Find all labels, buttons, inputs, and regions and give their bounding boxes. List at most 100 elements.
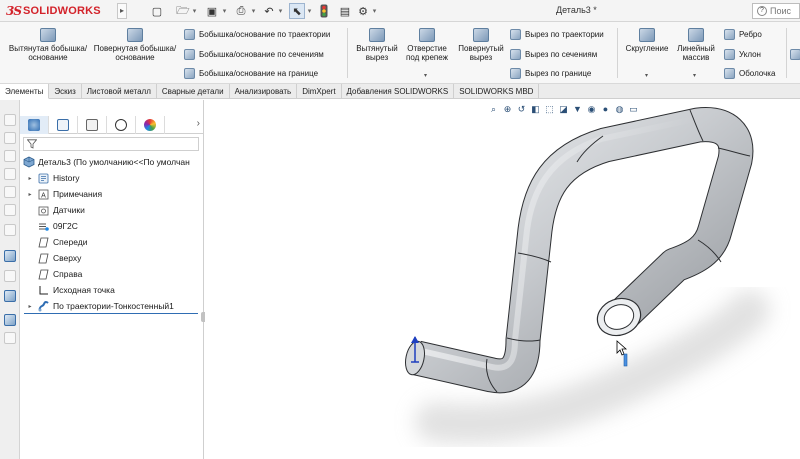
- save-dropdown-icon[interactable]: ▾: [221, 3, 228, 19]
- tree-item-material[interactable]: 09Г2С: [26, 219, 78, 233]
- search-commands-input[interactable]: ? Поис: [752, 3, 800, 19]
- shell-button[interactable]: Оболочка: [724, 68, 775, 79]
- swept-boss-label: Бобышка/основание по траектории: [199, 30, 331, 39]
- revolve-tool-icon[interactable]: [4, 132, 16, 144]
- extrude-tool-icon[interactable]: [4, 114, 16, 126]
- lofted-cut-button[interactable]: Вырез по сечениям: [510, 49, 597, 60]
- undo-icon[interactable]: ↶: [262, 3, 276, 19]
- rollback-bar[interactable]: [24, 313, 198, 314]
- draft-button[interactable]: Уклон: [724, 49, 761, 60]
- tree-item-sweep-thin[interactable]: ▸ По траектории-Тонкостенный1: [26, 299, 174, 313]
- revolved-cut-icon: [473, 28, 489, 42]
- solidworks-logo: 3S SOLIDWORKS: [6, 4, 101, 18]
- part-node[interactable]: Деталь3 (По умолчанию<<По умолчан: [23, 156, 204, 168]
- lofted-boss-label: Бобышка/основание по сечениям: [199, 50, 324, 59]
- menu-expand-button[interactable]: ▸: [117, 3, 127, 19]
- rib-button[interactable]: Ребро: [724, 29, 762, 40]
- undo-dropdown-icon[interactable]: ▾: [277, 3, 284, 19]
- tree-item-right-plane[interactable]: Справа: [26, 267, 82, 281]
- tab-weldments[interactable]: Сварные детали: [157, 84, 230, 99]
- configuration-manager-tab[interactable]: [78, 116, 107, 134]
- expand-arrow-icon[interactable]: ▸: [26, 175, 34, 182]
- fillet-dropdown-icon[interactable]: ▾: [645, 72, 648, 79]
- expand-arrow-icon[interactable]: ▸: [26, 191, 34, 198]
- new-document-icon[interactable]: ▢: [150, 3, 164, 19]
- feature-manager-tab[interactable]: [20, 116, 49, 134]
- extruded-cut-label: Вытянутый вырез: [356, 44, 398, 62]
- save-icon[interactable]: ▣: [205, 3, 219, 19]
- boundary-tool-icon[interactable]: [4, 186, 16, 198]
- sweep-tool-icon[interactable]: [4, 150, 16, 162]
- tab-solidworks-mbd[interactable]: SOLIDWORKS MBD: [454, 84, 540, 99]
- search-placeholder: Поис: [770, 6, 792, 16]
- feature-filter-input[interactable]: [23, 137, 199, 151]
- revolved-boss-button[interactable]: Повернутая бобышка/основание: [92, 28, 178, 62]
- hole-wizard-button[interactable]: Отверстие под крепеж: [400, 28, 454, 62]
- sketch-tool-icon[interactable]: [4, 250, 16, 262]
- chevron-right-icon[interactable]: ›: [197, 118, 200, 129]
- select-pointer-icon[interactable]: ⬉: [289, 3, 305, 19]
- smart-dimension-icon[interactable]: [4, 270, 16, 282]
- hole-wizard-dropdown-icon[interactable]: ▾: [424, 72, 427, 79]
- boundary-cut-button[interactable]: Вырез по границе: [510, 68, 591, 79]
- tree-item-history[interactable]: ▸ History: [26, 171, 79, 185]
- tree-item-front-plane[interactable]: Спереди: [26, 235, 87, 249]
- tree-item-annotations[interactable]: ▸ A Примечания: [26, 187, 102, 201]
- draft-label: Уклон: [739, 50, 761, 59]
- part-node-label: Деталь3 (По умолчанию<<По умолчан: [38, 157, 190, 167]
- extruded-cut-button[interactable]: Вытянутый вырез: [356, 28, 398, 62]
- tab-sketch[interactable]: Эскиз: [49, 84, 82, 99]
- tab-features[interactable]: Элементы: [0, 84, 50, 99]
- tab-evaluate[interactable]: Анализировать: [230, 84, 298, 99]
- open-dropdown-icon[interactable]: ▾: [191, 3, 198, 19]
- swept-boss-icon: [184, 29, 195, 40]
- extruded-boss-icon: [40, 28, 56, 42]
- dimxpert-manager-tab[interactable]: [107, 116, 136, 134]
- feature-manager-panel: › Деталь3 (По умолчанию<<По умолчан ▸ Hi…: [20, 100, 207, 459]
- property-manager-tab[interactable]: [49, 116, 78, 134]
- view-tool-icon[interactable]: [4, 314, 16, 326]
- hole-tool-icon[interactable]: [4, 224, 16, 236]
- tree-item-sensors[interactable]: Датчики: [26, 203, 85, 217]
- display-manager-tab[interactable]: [136, 116, 165, 134]
- tab-sheet-metal[interactable]: Листовой металл: [82, 84, 157, 99]
- tab-dimxpert[interactable]: DimXpert: [297, 84, 342, 99]
- file-properties-icon[interactable]: ▤: [338, 3, 352, 19]
- sensors-icon: [38, 206, 49, 215]
- tab-solidworks-addins[interactable]: Добавления SOLIDWORKS: [342, 84, 455, 99]
- loft-tool-icon[interactable]: [4, 168, 16, 180]
- print-dropdown-icon[interactable]: ▾: [250, 3, 257, 19]
- fillet-icon: [639, 28, 655, 42]
- display-tool-icon[interactable]: [4, 290, 16, 302]
- print-icon[interactable]: ⎙: [234, 3, 248, 19]
- linear-pattern-dropdown-icon[interactable]: ▾: [693, 72, 696, 79]
- graphics-area[interactable]: ⌕ ⊕ ↺ ◧ ⬚ ◪ ▼ ◉ ● ◍ ▭: [205, 100, 800, 459]
- select-dropdown-icon[interactable]: ▾: [306, 3, 313, 19]
- rebuild-traffic-light-icon[interactable]: [318, 3, 330, 19]
- cut-tool-icon[interactable]: [4, 204, 16, 216]
- tree-item-label: По траектории-Тонкостенный1: [53, 301, 174, 311]
- boundary-boss-button[interactable]: Бобышка/основание на границе: [184, 68, 318, 79]
- linear-pattern-button[interactable]: Линейный массив: [674, 28, 718, 62]
- document-title: Деталь3 *: [556, 5, 597, 15]
- tree-item-origin[interactable]: Исходная точка: [26, 283, 115, 297]
- swept-boss-button[interactable]: Бобышка/основание по траектории: [184, 29, 330, 40]
- lofted-boss-button[interactable]: Бобышка/основание по сечениям: [184, 49, 324, 60]
- history-icon: [38, 173, 49, 183]
- extruded-boss-button[interactable]: Вытянутая бобышка/основание: [8, 28, 88, 62]
- options-dropdown-icon[interactable]: ▾: [371, 3, 378, 19]
- open-folder-icon[interactable]: 🗁: [176, 3, 190, 19]
- filter-funnel-icon: [27, 139, 37, 149]
- tree-item-top-plane[interactable]: Сверху: [26, 251, 81, 265]
- tree-item-label: Спереди: [53, 237, 88, 247]
- fillet-button[interactable]: Скругление: [622, 28, 672, 53]
- section-view-icon[interactable]: [4, 332, 16, 344]
- expand-arrow-icon[interactable]: ▸: [26, 303, 34, 310]
- swept-cut-button[interactable]: Вырез по траектории: [510, 29, 604, 40]
- options-gear-icon[interactable]: ⚙: [356, 3, 370, 19]
- revolved-cut-button[interactable]: Повернутый вырез: [456, 28, 506, 62]
- property-manager-icon: [57, 119, 69, 131]
- plane-icon: [38, 237, 49, 247]
- brand-name: SOLIDWORKS: [23, 5, 101, 17]
- wrap-button[interactable]: [790, 49, 800, 60]
